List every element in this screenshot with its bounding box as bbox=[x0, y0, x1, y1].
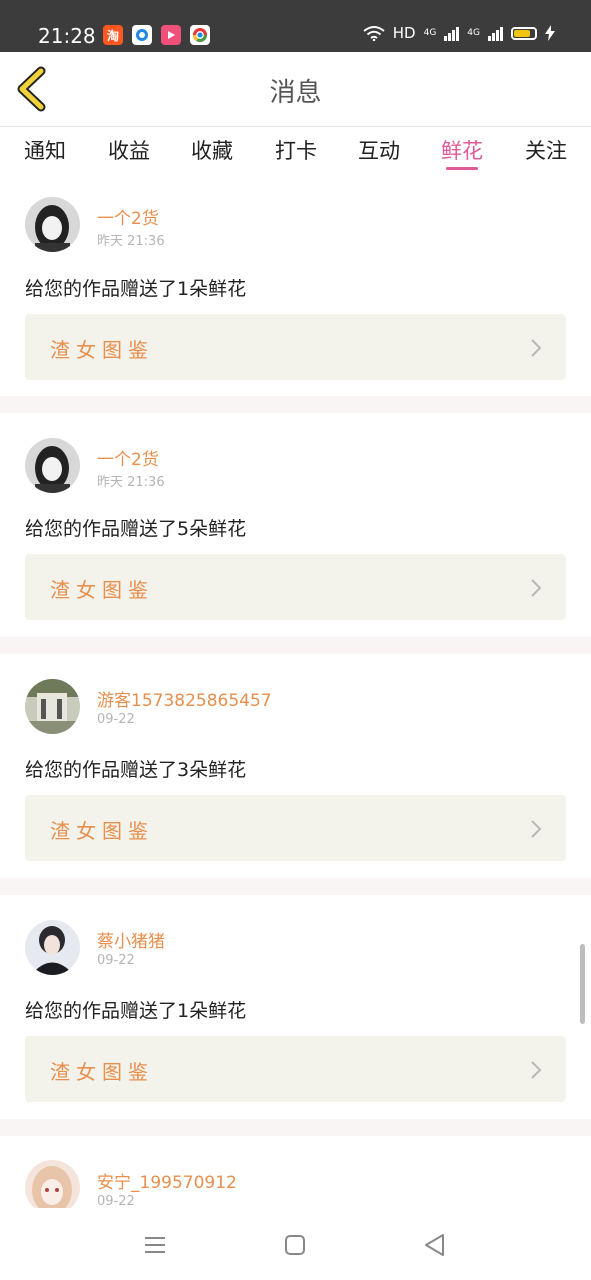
divider bbox=[0, 1119, 591, 1136]
username[interactable]: 一个2货 bbox=[97, 204, 159, 229]
timestamp: 昨天 21:36 bbox=[97, 234, 165, 249]
signal-icon bbox=[444, 25, 460, 41]
back-triangle-icon bbox=[425, 1234, 444, 1256]
username[interactable]: 安宁_199570912 bbox=[97, 1168, 237, 1193]
message-text: 给您的作品赠送了1朵鲜花 bbox=[25, 278, 247, 300]
work-title: 渣女图鉴 bbox=[50, 578, 154, 602]
wifi-icon bbox=[363, 26, 385, 41]
charging-icon bbox=[545, 25, 555, 41]
chrome-icon bbox=[190, 25, 210, 45]
username[interactable]: 一个2货 bbox=[97, 445, 159, 470]
status-time: 21:28 bbox=[38, 24, 96, 48]
avatar[interactable] bbox=[25, 1160, 80, 1215]
work-link[interactable]: 渣女图鉴 bbox=[25, 314, 566, 380]
chevron-right-icon bbox=[531, 1061, 542, 1079]
work-title: 渣女图鉴 bbox=[50, 338, 154, 362]
menu-icon bbox=[145, 1237, 165, 1253]
chevron-right-icon bbox=[531, 820, 542, 838]
avatar[interactable] bbox=[25, 679, 80, 734]
scrollbar[interactable] bbox=[580, 944, 585, 1024]
page-title: 消息 bbox=[269, 78, 322, 108]
signal-icon-2 bbox=[488, 25, 503, 41]
work-link[interactable]: 渣女图鉴 bbox=[25, 1036, 566, 1102]
divider bbox=[0, 637, 591, 654]
divider bbox=[0, 396, 591, 413]
signal-label-1: 4G bbox=[423, 28, 437, 38]
signal-label-2: 4G bbox=[467, 28, 480, 38]
divider bbox=[0, 878, 591, 895]
notification-item: 游客1573825865457 09-22 给您的作品赠送了3朵鲜花 渣女图鉴 bbox=[0, 654, 591, 868]
message-text: 给您的作品赠送了3朵鲜花 bbox=[25, 759, 247, 781]
tab-notifications[interactable]: 通知 bbox=[24, 135, 66, 165]
tab-flowers[interactable]: 鲜花 bbox=[441, 135, 483, 165]
notification-item: 安宁_199570912 09-22 bbox=[0, 1136, 591, 1215]
timestamp: 09-22 bbox=[97, 712, 135, 727]
tab-interactions[interactable]: 互动 bbox=[358, 135, 400, 165]
timestamp: 09-22 bbox=[97, 1194, 135, 1209]
status-app-icons: 淘 bbox=[103, 25, 210, 45]
avatar[interactable] bbox=[25, 197, 80, 252]
video-app-icon bbox=[161, 25, 181, 45]
network-label: HD bbox=[392, 24, 416, 42]
work-title: 渣女图鉴 bbox=[50, 819, 154, 843]
tab-checkin[interactable]: 打卡 bbox=[275, 135, 317, 165]
work-link[interactable]: 渣女图鉴 bbox=[25, 554, 566, 620]
chevron-right-icon bbox=[531, 579, 542, 597]
status-bar: 21:28 淘 HD 4G 4G bbox=[0, 0, 591, 52]
back-nav-button[interactable] bbox=[420, 1230, 450, 1260]
app-icon-blue bbox=[132, 25, 152, 45]
tab-follows[interactable]: 关注 bbox=[525, 135, 567, 165]
timestamp: 09-22 bbox=[97, 953, 135, 968]
work-link[interactable]: 渣女图鉴 bbox=[25, 795, 566, 861]
chevron-right-icon bbox=[531, 339, 542, 357]
timestamp: 昨天 21:36 bbox=[97, 475, 165, 490]
avatar[interactable] bbox=[25, 438, 80, 493]
work-title: 渣女图鉴 bbox=[50, 1060, 154, 1084]
home-square-icon bbox=[285, 1235, 305, 1255]
tab-earnings[interactable]: 收益 bbox=[108, 135, 150, 165]
username[interactable]: 游客1573825865457 bbox=[97, 686, 272, 711]
message-text: 给您的作品赠送了1朵鲜花 bbox=[25, 1000, 247, 1022]
tab-favorites[interactable]: 收藏 bbox=[191, 135, 233, 165]
notification-item: 一个2货 昨天 21:36 给您的作品赠送了1朵鲜花 渣女图鉴 bbox=[0, 182, 591, 396]
home-button[interactable] bbox=[280, 1230, 310, 1260]
notification-item: 一个2货 昨天 21:36 给您的作品赠送了5朵鲜花 渣女图鉴 bbox=[0, 413, 591, 627]
system-nav-bar bbox=[0, 1208, 591, 1280]
battery-icon bbox=[511, 26, 537, 40]
username[interactable]: 蔡小猪猪 bbox=[97, 927, 165, 952]
menu-button[interactable] bbox=[140, 1230, 170, 1260]
avatar[interactable] bbox=[25, 920, 80, 975]
message-text: 给您的作品赠送了5朵鲜花 bbox=[25, 518, 247, 540]
tab-bar: 通知 收益 收藏 打卡 互动 鲜花 关注 bbox=[0, 126, 591, 183]
app-header: 消息 bbox=[0, 52, 591, 126]
status-indicators: HD 4G 4G bbox=[363, 24, 555, 42]
active-tab-indicator bbox=[446, 167, 478, 170]
taobao-icon: 淘 bbox=[103, 25, 123, 45]
notification-item: 蔡小猪猪 09-22 给您的作品赠送了1朵鲜花 渣女图鉴 bbox=[0, 895, 591, 1109]
